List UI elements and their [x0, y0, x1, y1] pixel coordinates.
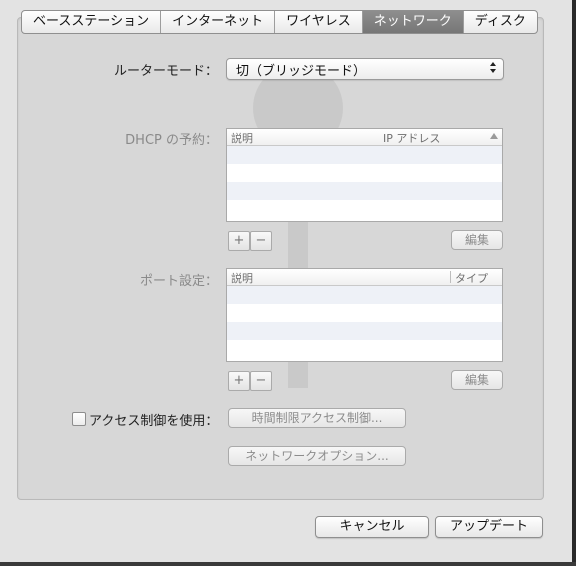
tab-internet[interactable]: インターネット: [161, 11, 276, 33]
update-button[interactable]: アップデート: [435, 516, 543, 538]
access-control-label: アクセス制御を使用：: [89, 414, 219, 429]
sort-ascending-icon: [490, 133, 498, 139]
table-row: [227, 304, 502, 322]
port-column-description[interactable]: 説明: [231, 270, 253, 286]
table-row: [227, 164, 502, 182]
column-separator: [450, 271, 451, 283]
dhcp-add-button[interactable]: +: [228, 231, 250, 251]
router-mode-label: ルーターモード：: [113, 64, 218, 79]
port-remove-button[interactable]: −: [250, 371, 272, 391]
port-add-button[interactable]: +: [228, 371, 250, 391]
table-row: [227, 146, 502, 164]
table-row: [227, 200, 502, 218]
port-table-body: [227, 286, 502, 358]
tab-wireless[interactable]: ワイヤレス: [275, 11, 363, 33]
dhcp-column-description[interactable]: 説明: [231, 130, 253, 146]
table-row: [227, 340, 502, 358]
dhcp-reservation-label: DHCP の予約：: [125, 133, 218, 148]
cancel-button[interactable]: キャンセル: [315, 516, 429, 538]
timed-access-control-button[interactable]: 時間制限アクセス制御...: [228, 408, 406, 428]
port-settings-label: ポート設定：: [139, 274, 218, 289]
port-edit-button[interactable]: 編集: [451, 370, 503, 390]
tab-disk[interactable]: ディスク: [464, 11, 537, 33]
router-mode-select[interactable]: 切（ブリッジモード）: [226, 58, 504, 80]
dhcp-reservation-table[interactable]: 説明 IP アドレス: [226, 128, 503, 222]
router-mode-value: 切（ブリッジモード）: [236, 64, 367, 79]
table-row: [227, 322, 502, 340]
access-control-checkbox[interactable]: [72, 412, 86, 426]
select-arrows-icon: [490, 61, 498, 75]
table-row: [227, 286, 502, 304]
port-column-type[interactable]: タイプ: [455, 270, 488, 286]
network-options-button[interactable]: ネットワークオプション...: [228, 446, 406, 466]
dhcp-edit-button[interactable]: 編集: [451, 230, 503, 250]
window-edge: [572, 0, 576, 566]
window-bottom-edge: [0, 562, 576, 566]
dhcp-column-ip-address[interactable]: IP アドレス: [383, 130, 440, 146]
tab-network[interactable]: ネットワーク: [362, 11, 464, 33]
tab-bar: ベースステーション インターネット ワイヤレス ネットワーク ディスク: [21, 10, 538, 34]
dhcp-table-header: 説明 IP アドレス: [227, 129, 502, 146]
dhcp-table-body: [227, 146, 502, 218]
dhcp-remove-button[interactable]: −: [250, 231, 272, 251]
port-table-header: 説明 タイプ: [227, 269, 502, 286]
port-settings-table[interactable]: 説明 タイプ: [226, 268, 503, 362]
tab-base-station[interactable]: ベースステーション: [22, 11, 162, 33]
table-row: [227, 182, 502, 200]
